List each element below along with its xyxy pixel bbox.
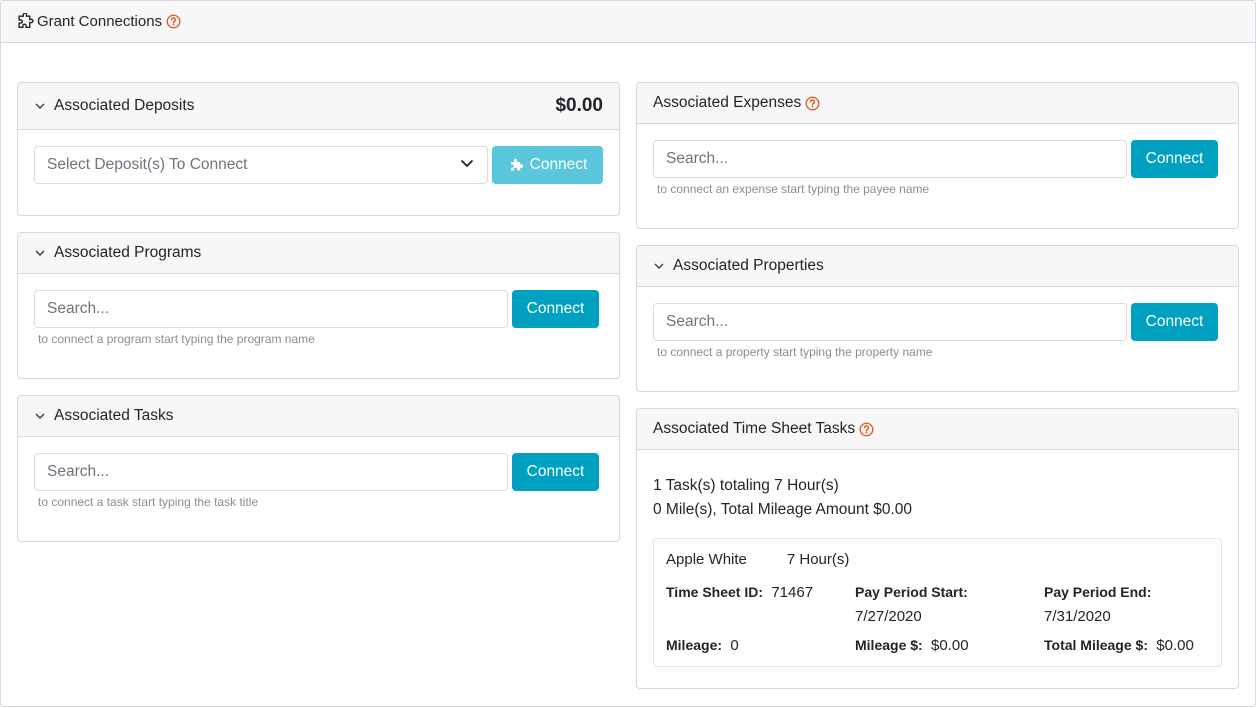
total-mileage-value: $0.00: [1156, 637, 1194, 654]
programs-card-header[interactable]: Associated Programs: [18, 233, 619, 274]
expenses-card: Associated Expenses Search... Connect to…: [636, 82, 1239, 229]
program-connect-button[interactable]: Connect: [512, 290, 599, 328]
expense-connect-label: Connect: [1145, 150, 1204, 167]
pay-period-end-value: 7/31/2020: [1044, 608, 1111, 625]
deposit-select-value: Select Deposit(s) To Connect: [47, 156, 248, 173]
pay-period-start: Pay Period Start: 7/27/2020: [855, 580, 1044, 629]
task-connect-label: Connect: [526, 463, 585, 480]
program-hint: to connect a program start typing the pr…: [38, 332, 315, 346]
chevron-down-icon[interactable]: [34, 100, 46, 112]
task-search-placeholder: Search...: [47, 463, 110, 480]
mileage-amount: Mileage $: $0.00: [855, 633, 1044, 658]
pay-period-start-value: 7/27/2020: [855, 608, 922, 625]
timesheet-employee-name: Apple White: [666, 551, 747, 568]
deposit-connect-button[interactable]: Connect: [492, 146, 603, 184]
total-mileage-label: Total Mileage $:: [1044, 637, 1148, 653]
task-search-input[interactable]: Search...: [34, 453, 508, 491]
programs-title: Associated Programs: [54, 244, 202, 261]
deposits-title: Associated Deposits: [54, 97, 195, 114]
chevron-down-icon[interactable]: [653, 260, 665, 272]
expenses-card-header: Associated Expenses: [637, 83, 1238, 124]
timesheet-id-value: 71467: [771, 584, 814, 601]
program-search-input[interactable]: Search...: [34, 290, 508, 328]
expense-search-input[interactable]: Search...: [653, 140, 1127, 178]
mileage-amount-value: $0.00: [931, 637, 969, 654]
program-search-placeholder: Search...: [47, 300, 110, 317]
properties-card-header[interactable]: Associated Properties: [637, 246, 1238, 287]
panel-header: Grant Connections: [1, 1, 1255, 43]
mileage: Mileage: 0: [666, 633, 855, 658]
chevron-down-icon[interactable]: [34, 410, 46, 422]
chevron-down-icon[interactable]: [34, 247, 46, 259]
timesheet-id: Time Sheet ID: 71467: [666, 580, 855, 629]
program-connect-label: Connect: [526, 300, 585, 317]
deposits-amount: $0.00: [555, 95, 603, 116]
deposit-select[interactable]: Select Deposit(s) To Connect: [34, 146, 488, 184]
timesheet-title: Associated Time Sheet Tasks: [653, 420, 856, 437]
timesheet-card: Associated Time Sheet Tasks 1 Task(s) to…: [636, 408, 1239, 689]
pay-period-start-label: Pay Period Start:: [855, 584, 968, 600]
page-title: Grant Connections: [37, 13, 163, 30]
expense-search-placeholder: Search...: [666, 150, 729, 167]
help-icon[interactable]: [166, 14, 181, 29]
task-connect-button[interactable]: Connect: [512, 453, 599, 491]
timesheet-summary-mileage: 0 Mile(s), Total Mileage Amount $0.00: [653, 501, 913, 518]
help-icon[interactable]: [805, 96, 820, 111]
properties-title: Associated Properties: [673, 257, 824, 274]
mileage-amount-label: Mileage $:: [855, 637, 923, 653]
properties-card: Associated Properties Search... Connect …: [636, 245, 1239, 392]
puzzle-icon: [508, 158, 526, 172]
mileage-value: 0: [730, 637, 739, 654]
timesheet-entry: Apple White 7 Hour(s) Time Sheet ID: 714…: [653, 538, 1222, 667]
chevron-down-icon: [459, 155, 475, 176]
deposits-card-header[interactable]: Associated Deposits $0.00: [18, 83, 619, 130]
pay-period-end: Pay Period End: 7/31/2020: [1044, 580, 1222, 629]
property-search-input[interactable]: Search...: [653, 303, 1127, 341]
puzzle-icon: [17, 13, 34, 30]
property-connect-button[interactable]: Connect: [1131, 303, 1218, 341]
expense-hint: to connect an expense start typing the p…: [657, 182, 930, 196]
tasks-card: Associated Tasks Search... Connect to co…: [17, 395, 620, 542]
timesheet-summary-tasks: 1 Task(s) totaling 7 Hour(s): [653, 477, 839, 494]
task-hint: to connect a task start typing the task …: [38, 495, 259, 509]
timesheet-id-label: Time Sheet ID:: [666, 584, 763, 600]
tasks-title: Associated Tasks: [54, 407, 174, 424]
total-mileage-amount: Total Mileage $: $0.00: [1044, 633, 1222, 658]
expenses-title: Associated Expenses: [653, 94, 802, 111]
property-hint: to connect a property start typing the p…: [657, 345, 933, 359]
pay-period-end-label: Pay Period End:: [1044, 584, 1152, 600]
deposits-card: Associated Deposits $0.00 Select Deposit…: [17, 82, 620, 216]
programs-card: Associated Programs Search... Connect to…: [17, 232, 620, 379]
help-icon[interactable]: [859, 422, 874, 437]
tasks-card-header[interactable]: Associated Tasks: [18, 396, 619, 437]
deposit-connect-label: Connect: [529, 156, 588, 173]
expense-connect-button[interactable]: Connect: [1131, 140, 1218, 178]
timesheet-hours: 7 Hour(s): [786, 551, 850, 568]
timesheet-card-header: Associated Time Sheet Tasks: [637, 409, 1238, 450]
property-connect-label: Connect: [1145, 313, 1204, 330]
mileage-label: Mileage:: [666, 637, 723, 653]
property-search-placeholder: Search...: [666, 313, 729, 330]
